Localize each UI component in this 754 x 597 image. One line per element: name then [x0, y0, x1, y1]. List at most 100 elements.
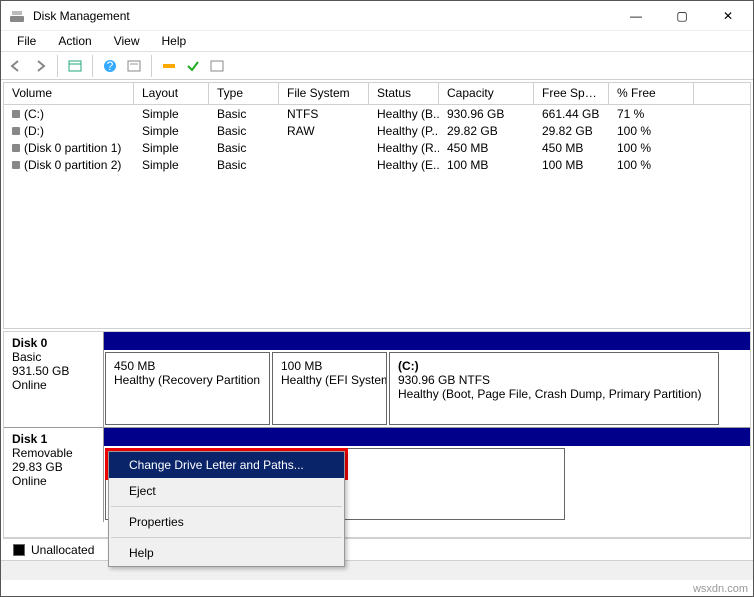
cell: Basic [209, 158, 279, 172]
cell: Simple [134, 124, 209, 138]
legend-label: Unallocated [31, 543, 94, 557]
disk-status: Online [12, 474, 95, 488]
disk-label[interactable]: Disk 0Basic931.50 GBOnline [4, 332, 104, 427]
minimize-button[interactable]: — [613, 1, 659, 31]
partition-desc: Healthy (EFI System [281, 373, 378, 387]
volume-list-header: Volume Layout Type File System Status Ca… [4, 83, 750, 105]
volume-row[interactable]: (D:)SimpleBasicRAWHealthy (P...29.82 GB2… [4, 122, 750, 139]
cell: (C:) [4, 107, 134, 121]
context-separator [111, 537, 342, 538]
cell: Healthy (P... [369, 124, 439, 138]
disk-status: Online [12, 378, 95, 392]
cell: Simple [134, 107, 209, 121]
volume-row[interactable]: (Disk 0 partition 2)SimpleBasic Healthy (… [4, 156, 750, 173]
cell: 100 % [609, 158, 694, 172]
help-icon[interactable]: ? [99, 55, 121, 77]
context-item[interactable]: Eject [109, 478, 344, 504]
cell: 450 MB [534, 141, 609, 155]
cell: (Disk 0 partition 1) [4, 141, 134, 155]
cell: 100 MB [534, 158, 609, 172]
disk-row[interactable]: Disk 0Basic931.50 GBOnline450 MBHealthy … [4, 332, 750, 427]
partition-size: 930.96 GB NTFS [398, 373, 710, 387]
toolbar-separator [92, 55, 93, 77]
cell: 29.82 GB [439, 124, 534, 138]
cell: Basic [209, 124, 279, 138]
window-title: Disk Management [33, 9, 613, 23]
cell: Healthy (B... [369, 107, 439, 121]
volume-icon [12, 144, 20, 152]
check-icon[interactable] [182, 55, 204, 77]
close-button[interactable]: ✕ [705, 1, 751, 31]
col-layout[interactable]: Layout [134, 83, 209, 104]
disk-name: Disk 1 [12, 432, 95, 446]
menu-file[interactable]: File [7, 32, 46, 50]
disk-label[interactable]: Disk 1Removable29.83 GBOnline [4, 428, 104, 522]
forward-icon[interactable] [29, 55, 51, 77]
volume-icon [12, 161, 20, 169]
disk-header-bar [104, 428, 750, 446]
menu-bar: File Action View Help [1, 31, 753, 52]
disk-partitions: 450 MBHealthy (Recovery Partition100 MBH… [104, 332, 750, 427]
volume-icon [12, 110, 20, 118]
disk-name: Disk 0 [12, 336, 95, 350]
col-free[interactable]: Free Spa... [534, 83, 609, 104]
volume-list[interactable]: Volume Layout Type File System Status Ca… [3, 82, 751, 329]
col-volume[interactable]: Volume [4, 83, 134, 104]
menu-action[interactable]: Action [48, 32, 101, 50]
refresh-icon[interactable] [123, 55, 145, 77]
cell: NTFS [279, 107, 369, 121]
partition[interactable]: (C:)930.96 GB NTFSHealthy (Boot, Page Fi… [389, 352, 719, 425]
col-capacity[interactable]: Capacity [439, 83, 534, 104]
partition-size: 100 MB [281, 359, 378, 373]
col-status[interactable]: Status [369, 83, 439, 104]
cell: Simple [134, 158, 209, 172]
cell: (Disk 0 partition 2) [4, 158, 134, 172]
watermark: wsxdn.com [693, 583, 748, 595]
cell: Healthy (E... [369, 158, 439, 172]
volume-row[interactable]: (C:)SimpleBasicNTFSHealthy (B...930.96 G… [4, 105, 750, 122]
cell: (D:) [4, 124, 134, 138]
cell: 930.96 GB [439, 107, 534, 121]
action-icon[interactable] [158, 55, 180, 77]
list-icon[interactable] [206, 55, 228, 77]
cell: 661.44 GB [534, 107, 609, 121]
back-icon[interactable] [5, 55, 27, 77]
app-icon [9, 8, 25, 24]
cell: Basic [209, 141, 279, 155]
context-item[interactable]: Help [109, 540, 344, 566]
toolbar: ? [1, 52, 753, 80]
partition-desc: Healthy (Boot, Page File, Crash Dump, Pr… [398, 387, 710, 401]
disk-size: 931.50 GB [12, 364, 95, 378]
context-menu[interactable]: Change Drive Letter and Paths...Eject Pro… [108, 451, 345, 567]
col-type[interactable]: Type [209, 83, 279, 104]
legend-swatch-unallocated [13, 544, 25, 556]
cell: 100 MB [439, 158, 534, 172]
show-console-icon[interactable] [64, 55, 86, 77]
volume-icon [12, 127, 20, 135]
menu-view[interactable]: View [104, 32, 150, 50]
maximize-button[interactable]: ▢ [659, 1, 705, 31]
cell: 71 % [609, 107, 694, 121]
title-bar: Disk Management — ▢ ✕ [1, 1, 753, 31]
disk-type: Basic [12, 350, 95, 364]
disk-size: 29.83 GB [12, 460, 95, 474]
menu-help[interactable]: Help [152, 32, 197, 50]
volume-row[interactable]: (Disk 0 partition 1)SimpleBasicHealthy (… [4, 139, 750, 156]
col-pctfree[interactable]: % Free [609, 83, 694, 104]
cell: Basic [209, 107, 279, 121]
partition-title: (C:) [398, 359, 710, 373]
cell: 100 % [609, 124, 694, 138]
toolbar-separator [151, 55, 152, 77]
svg-text:?: ? [107, 59, 114, 73]
partition-size: 450 MB [114, 359, 261, 373]
cell: 100 % [609, 141, 694, 155]
context-separator [111, 506, 342, 507]
disk-type: Removable [12, 446, 95, 460]
partition[interactable]: 100 MBHealthy (EFI System [272, 352, 387, 425]
partition[interactable]: 450 MBHealthy (Recovery Partition [105, 352, 270, 425]
context-item[interactable]: Properties [109, 509, 344, 535]
context-item[interactable]: Change Drive Letter and Paths... [109, 452, 344, 478]
disk-header-bar [104, 332, 750, 350]
col-filesystem[interactable]: File System [279, 83, 369, 104]
cell: RAW [279, 124, 369, 138]
